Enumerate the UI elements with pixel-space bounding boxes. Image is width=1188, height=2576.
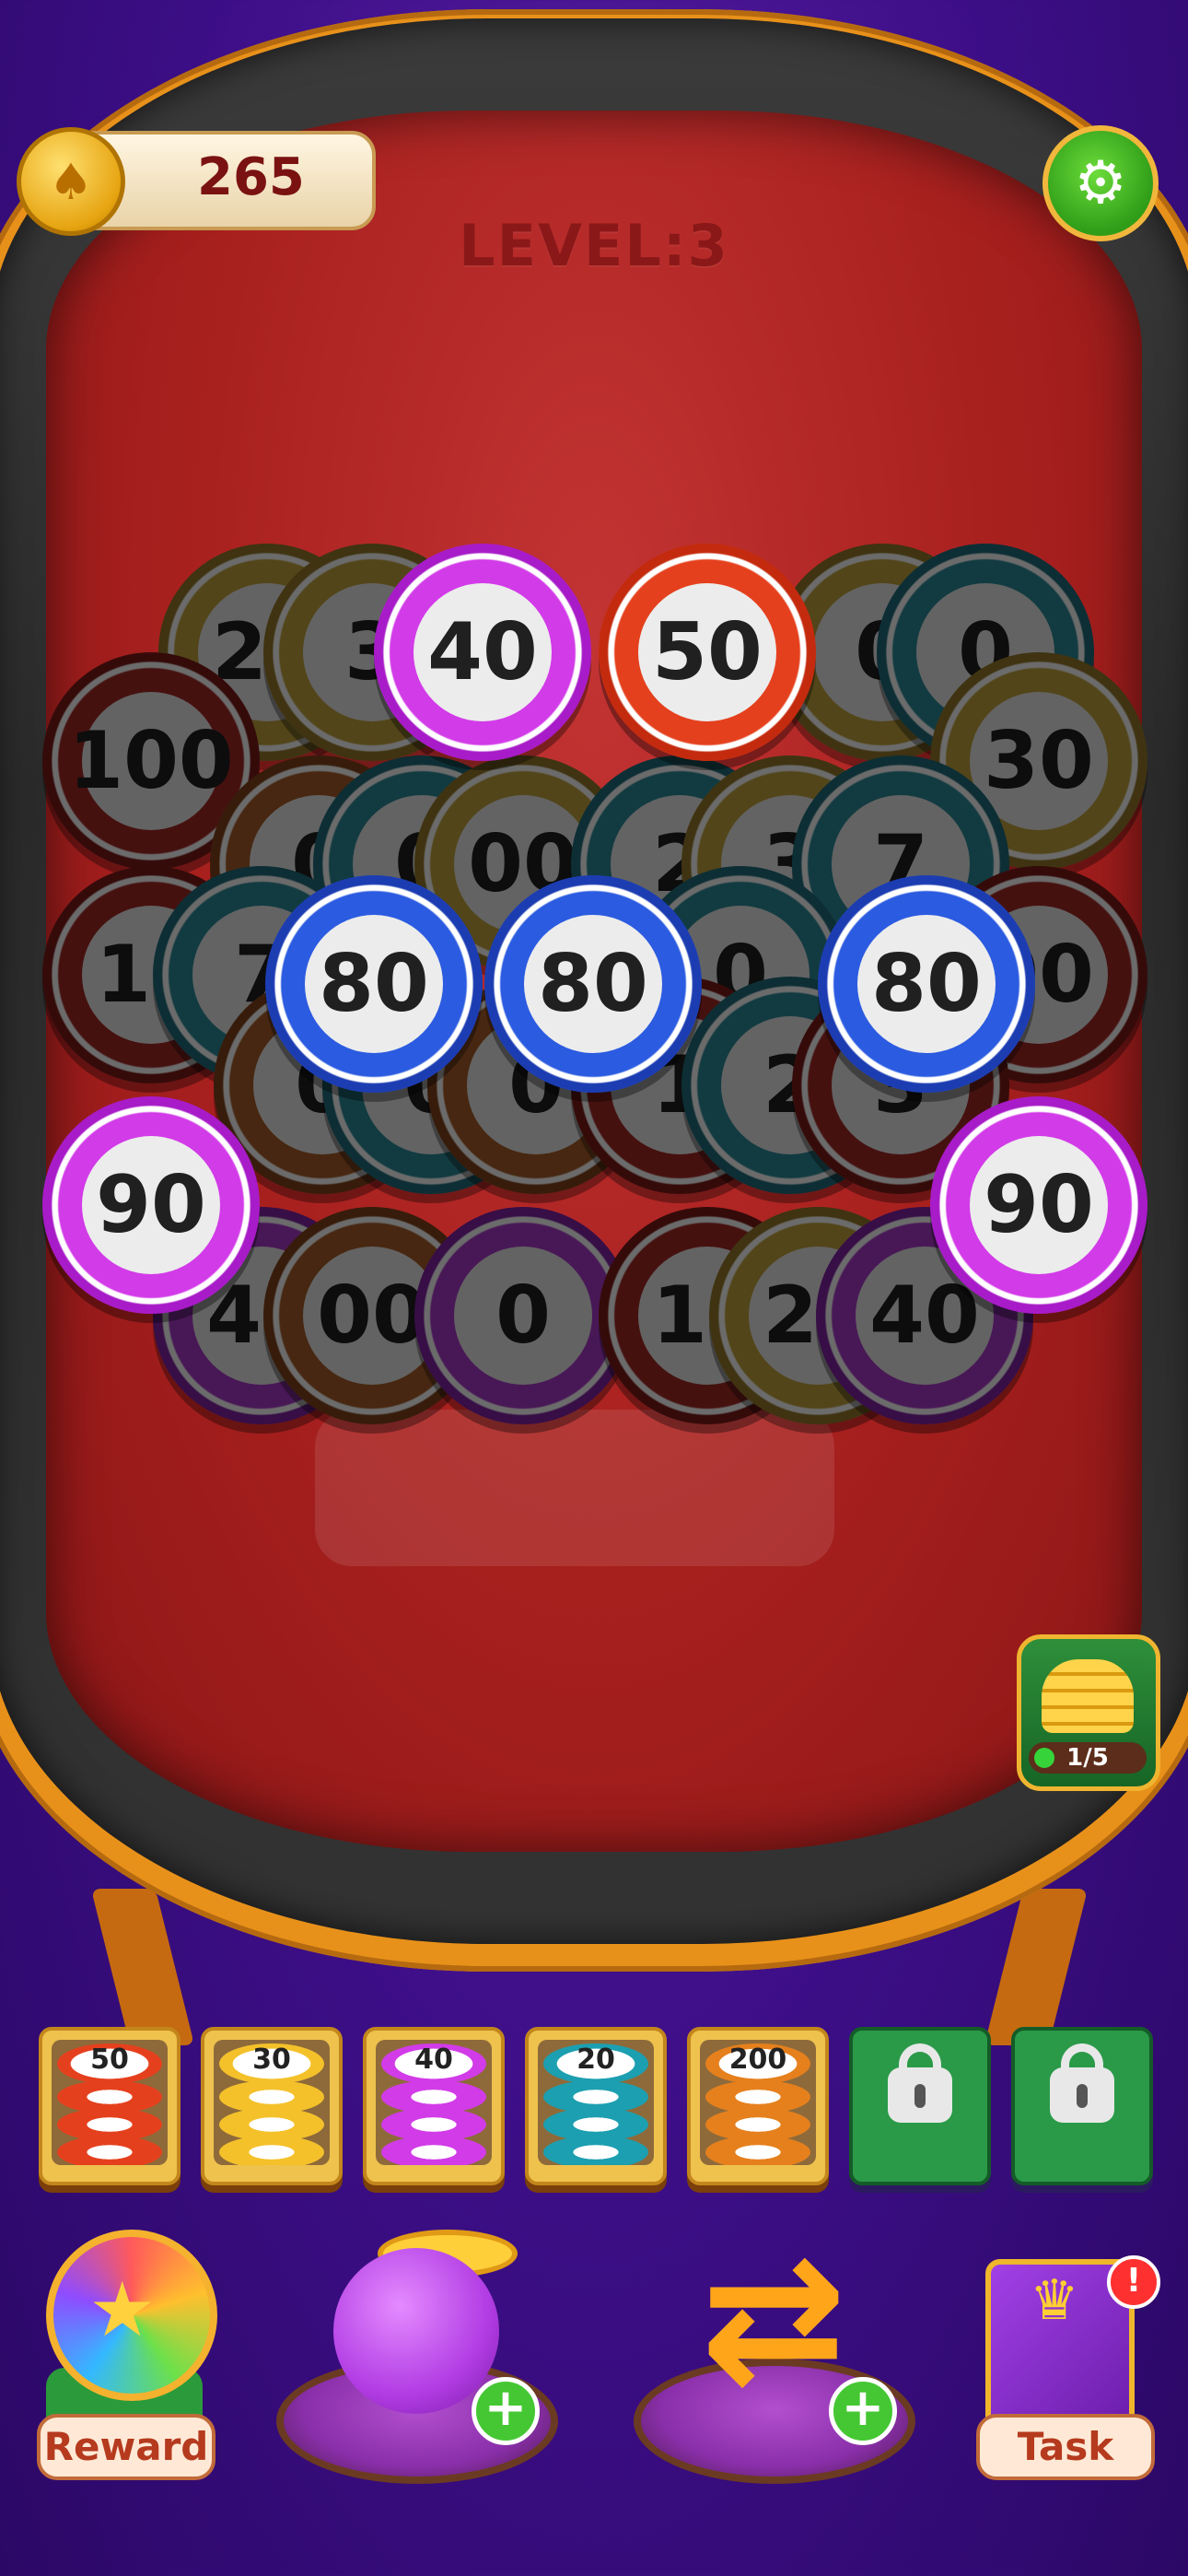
slot-value: 30 [252,2043,291,2076]
chip-value: 40 [413,583,552,721]
chip-slot[interactable]: 50 [39,2027,181,2185]
lock-keyhole [914,2084,926,2108]
slot-stack: 200 [700,2040,816,2165]
poker-chip[interactable]: 80 [818,875,1035,1093]
task-alert-badge: ! [1107,2255,1160,2309]
chip-slot[interactable]: 40 [363,2027,505,2185]
glove-grab-button[interactable] [333,2248,499,2414]
poker-chip[interactable]: 50 [599,544,816,761]
table-leg-right [984,1889,1089,2045]
coin-bonus-badge[interactable]: 1/5 [1017,1634,1160,1791]
chip-value: 80 [857,915,996,1053]
crown-icon: ♛ [1030,2268,1079,2333]
slot-stack: 50 [52,2040,168,2165]
gear-icon: ⚙ [1074,149,1127,217]
chip-value: 50 [638,583,776,721]
chip-slot[interactable]: 30 [201,2027,343,2185]
chip-value: 90 [82,1136,220,1274]
locked-slot[interactable] [849,2027,991,2185]
stacked-chip [705,2136,810,2165]
poker-chip[interactable]: 80 [484,875,702,1093]
chip-value: 100 [68,692,234,830]
stacked-chip [381,2136,486,2165]
chip-value: 90 [970,1136,1108,1274]
slot-stack: 30 [214,2040,330,2165]
coin-count: 265 [197,147,305,207]
stacked-chip [543,2136,648,2165]
slot-value: 20 [577,2043,615,2076]
spade-coin-icon: ♠ [17,127,125,236]
table-leg-left [90,1889,195,2045]
progress-dot [1034,1748,1054,1768]
slot-value: 200 [728,2043,787,2076]
stacked-chip [57,2136,162,2165]
reward-label: Reward [37,2414,215,2480]
stacked-chip [219,2136,324,2165]
lock-keyhole [1077,2084,1088,2108]
chip-value: 80 [305,915,443,1053]
chip-value: 0 [454,1247,592,1385]
star-icon: ★ [88,2266,157,2354]
task-label: Task [976,2414,1155,2480]
poker-chip[interactable]: 80 [265,875,483,1093]
slot-value: 40 [414,2043,453,2076]
slot-stack: 20 [538,2040,654,2165]
coin-stack-icon [1042,1659,1134,1733]
chip-tray [315,1410,834,1566]
chip-slot[interactable]: 20 [525,2027,667,2185]
poker-chip[interactable]: 40 [374,544,591,761]
slot-value: 50 [90,2043,129,2076]
swap-plus-button[interactable]: + [829,2377,897,2445]
chip-value: 80 [524,915,662,1053]
swap-button[interactable]: ⇄ [681,2226,866,2410]
glove-plus-button[interactable]: + [472,2377,540,2445]
poker-chip[interactable]: 90 [930,1096,1147,1314]
poker-chip[interactable]: 90 [42,1096,260,1314]
settings-button[interactable]: ⚙ [1042,125,1159,241]
locked-slot[interactable] [1011,2027,1153,2185]
slot-stack: 40 [376,2040,492,2165]
chip-slot[interactable]: 200 [687,2027,829,2185]
